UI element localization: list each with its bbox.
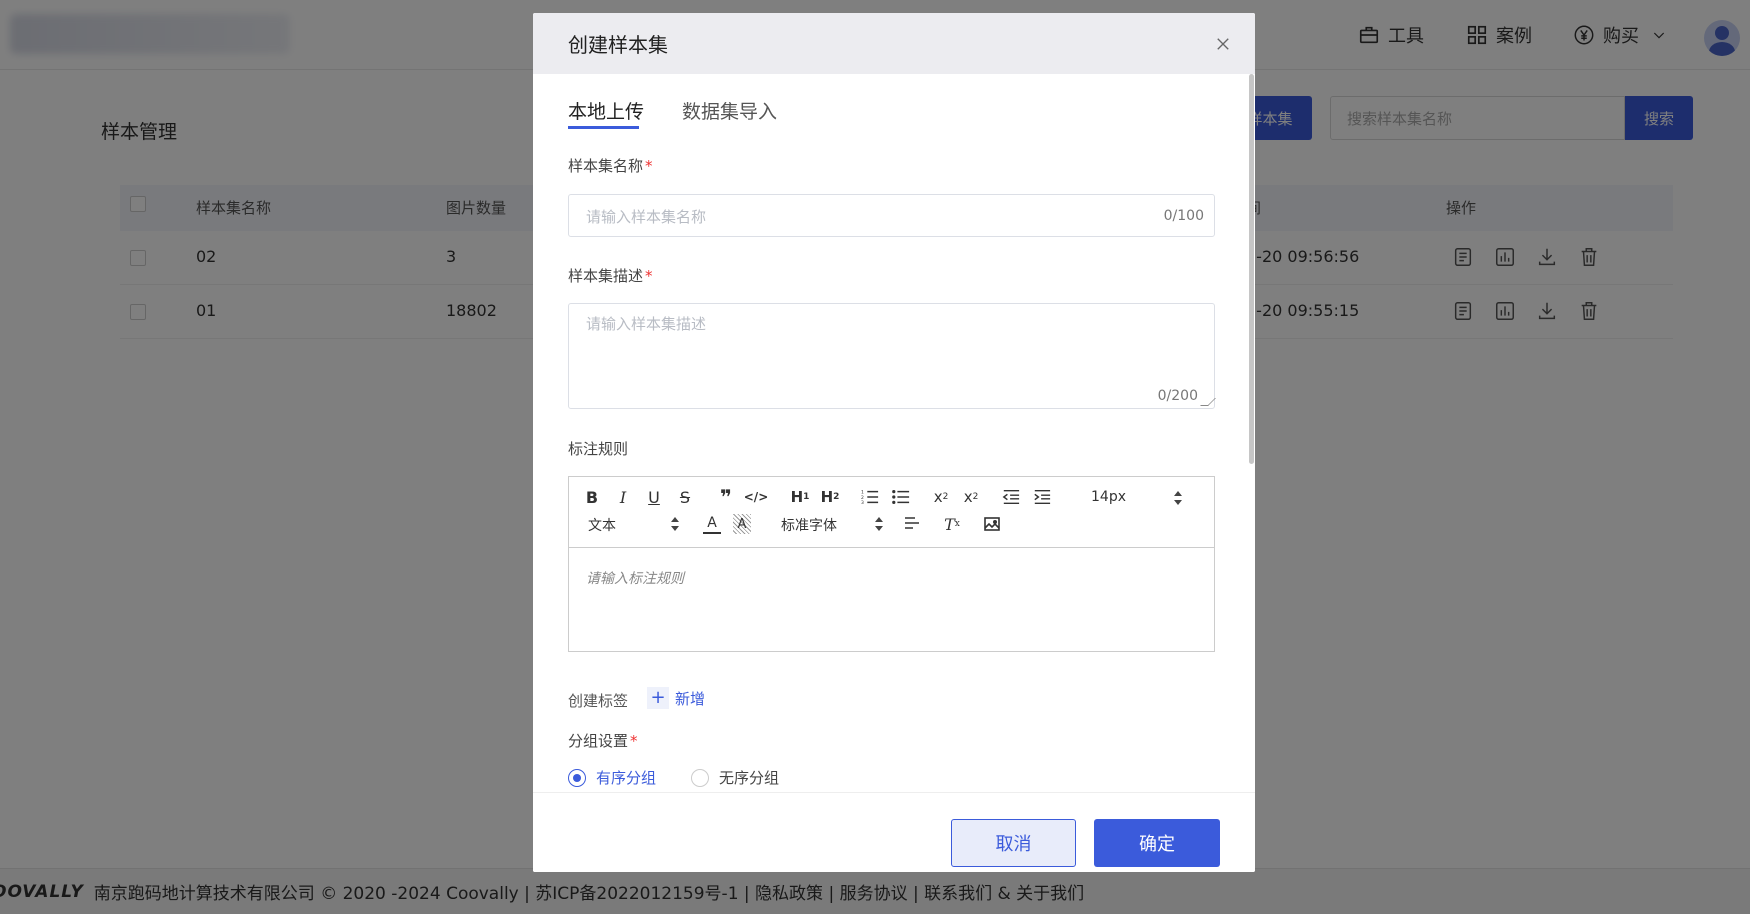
sample-set-name-input[interactable]: 请输入样本集名称 0/100	[568, 194, 1215, 237]
block-format-select[interactable]: 文本	[588, 515, 616, 535]
dialog-header: 创建样本集	[533, 13, 1255, 74]
block-format-chevron-icon	[670, 517, 680, 531]
radio-unordered-label: 无序分组	[719, 769, 780, 787]
radio-ordered-label: 有序分组	[596, 769, 657, 787]
heading2-icon[interactable]: H2	[819, 488, 841, 506]
svg-text:2: 2	[861, 495, 864, 501]
superscript-icon[interactable]: x2	[961, 488, 981, 506]
italic-icon[interactable]: I	[614, 488, 632, 507]
desc-label: 样本集描述 *	[568, 265, 653, 286]
dialog-scrollbar[interactable]	[1249, 74, 1254, 464]
font-family-select[interactable]: 标准字体	[781, 515, 837, 535]
active-tab-indicator	[568, 126, 639, 129]
group-label: 分组设置 *	[568, 730, 638, 751]
add-tag-button[interactable]: + 新增	[647, 687, 705, 709]
tab-dataset-import[interactable]: 数据集导入	[682, 97, 777, 124]
bold-icon[interactable]: B	[583, 488, 601, 507]
align-left-icon[interactable]	[903, 515, 921, 533]
create-tag-label: 创建标签	[568, 692, 629, 710]
add-tag-label: 新增	[675, 689, 706, 708]
font-size-select[interactable]: 14px	[1091, 489, 1126, 505]
confirm-button[interactable]: 确定	[1094, 819, 1220, 867]
group-label-text: 分组设置	[568, 732, 629, 750]
image-icon[interactable]	[983, 515, 1001, 533]
desc-counter: 0/200	[1157, 388, 1198, 404]
font-family-chevron-icon	[874, 517, 884, 531]
code-icon[interactable]: </>	[744, 488, 769, 506]
clear-format-icon[interactable]: Tx	[943, 515, 961, 534]
editor-placeholder: 请输入标注规则	[586, 571, 684, 587]
ordered-list-icon[interactable]: 123	[860, 488, 880, 506]
required-mark: *	[645, 157, 653, 175]
resize-handle-icon[interactable]	[1200, 398, 1216, 406]
dialog-footer: 取消 确定	[533, 792, 1255, 872]
bullet-list-icon[interactable]	[891, 488, 911, 506]
name-placeholder: 请输入样本集名称	[586, 208, 707, 226]
editor-toolbar: B I U S ❞ </> H1 H2 123 x2 x2 14px 文本 A …	[569, 477, 1214, 548]
blockquote-icon[interactable]: ❞	[717, 485, 735, 509]
radio-ordered-group[interactable]: 有序分组	[568, 767, 656, 788]
radio-unordered-group[interactable]: 无序分组	[691, 767, 779, 788]
text-color-icon[interactable]: A	[703, 514, 721, 534]
underline-icon[interactable]: U	[645, 488, 663, 507]
name-label: 样本集名称 *	[568, 155, 653, 176]
rich-text-editor: B I U S ❞ </> H1 H2 123 x2 x2 14px 文本 A …	[568, 476, 1215, 652]
sample-set-description-textarea[interactable]: 请输入样本集描述 0/200	[568, 303, 1216, 409]
required-mark: *	[630, 732, 638, 750]
create-sample-set-dialog: 创建样本集 本地上传 数据集导入 样本集名称 * 请输入样本集名称 0/100 样…	[533, 13, 1255, 872]
strikethrough-icon[interactable]: S	[676, 488, 694, 507]
font-size-chevron-icon	[1173, 491, 1183, 505]
desc-label-text: 样本集描述	[568, 267, 644, 285]
svg-text:1: 1	[861, 489, 864, 495]
subscript-icon[interactable]: x2	[931, 488, 951, 506]
name-label-text: 样本集名称	[568, 157, 644, 175]
rules-label: 标注规则	[568, 440, 629, 458]
tab-local-upload[interactable]: 本地上传	[568, 97, 644, 124]
radio-dot	[691, 768, 709, 787]
heading1-icon[interactable]: H1	[789, 488, 811, 506]
plus-icon: +	[647, 687, 669, 709]
cancel-button[interactable]: 取消	[951, 819, 1076, 867]
name-counter: 0/100	[1163, 208, 1204, 224]
outdent-icon[interactable]	[1001, 488, 1021, 506]
indent-icon[interactable]	[1032, 488, 1052, 506]
required-mark: *	[645, 267, 653, 285]
background-color-icon[interactable]: A	[733, 514, 751, 534]
radio-dot	[568, 768, 586, 787]
svg-text:3: 3	[861, 500, 864, 506]
close-icon[interactable]	[1214, 35, 1232, 53]
desc-placeholder: 请输入样本集描述	[586, 315, 707, 333]
dialog-title: 创建样本集	[568, 33, 668, 57]
